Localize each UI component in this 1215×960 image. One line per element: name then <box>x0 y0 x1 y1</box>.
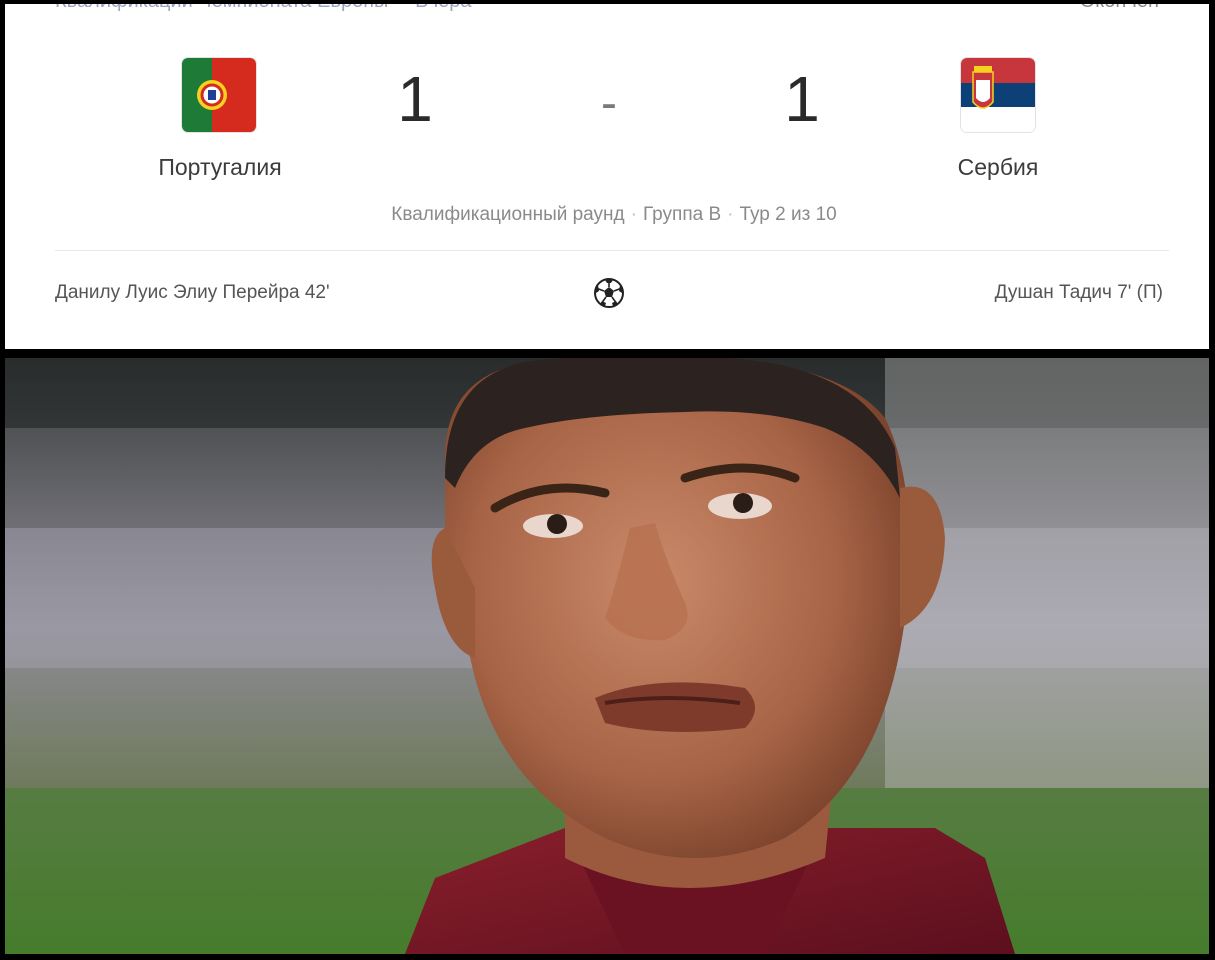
card-divider <box>55 250 1169 251</box>
away-scorer: Душан Тадич 7' (П) <box>994 282 1163 303</box>
match-date: Вчера <box>415 4 471 12</box>
soccer-ball-icon <box>593 277 625 309</box>
group-label: Группа B <box>642 204 722 225</box>
home-score: 1 <box>397 63 433 135</box>
serbia-flag-icon[interactable] <box>961 58 1035 132</box>
match-card-header: Квалификации Чемпионата Европы · Вчера Око… <box>55 4 1159 16</box>
competition-label[interactable]: Квалификации Чемпионата Европы <box>55 4 388 12</box>
match-result-card[interactable]: Квалификации Чемпионата Европы · Вчера Око… <box>5 4 1209 349</box>
header-separator: · <box>398 4 405 12</box>
round-info: Квалификационный раунд · Группа B · Тур 2 из… <box>5 204 1209 226</box>
score-separator: - <box>601 77 617 130</box>
portugal-flag-icon[interactable] <box>182 58 256 132</box>
home-team-name[interactable]: Португалия <box>110 154 330 181</box>
round-separator: · <box>630 204 637 225</box>
matchday-label: Тур 2 из 10 <box>739 204 837 225</box>
away-team-name[interactable]: Сербия <box>888 154 1108 181</box>
home-scorer: Данилу Луис Элиу Перейра 42' <box>55 282 330 303</box>
round-label: Квалификационный раунд <box>391 204 625 225</box>
crying-player-photo <box>5 358 1209 954</box>
round-separator: · <box>727 204 734 225</box>
match-status: Окончен <box>1080 4 1159 13</box>
away-score: 1 <box>784 63 820 135</box>
